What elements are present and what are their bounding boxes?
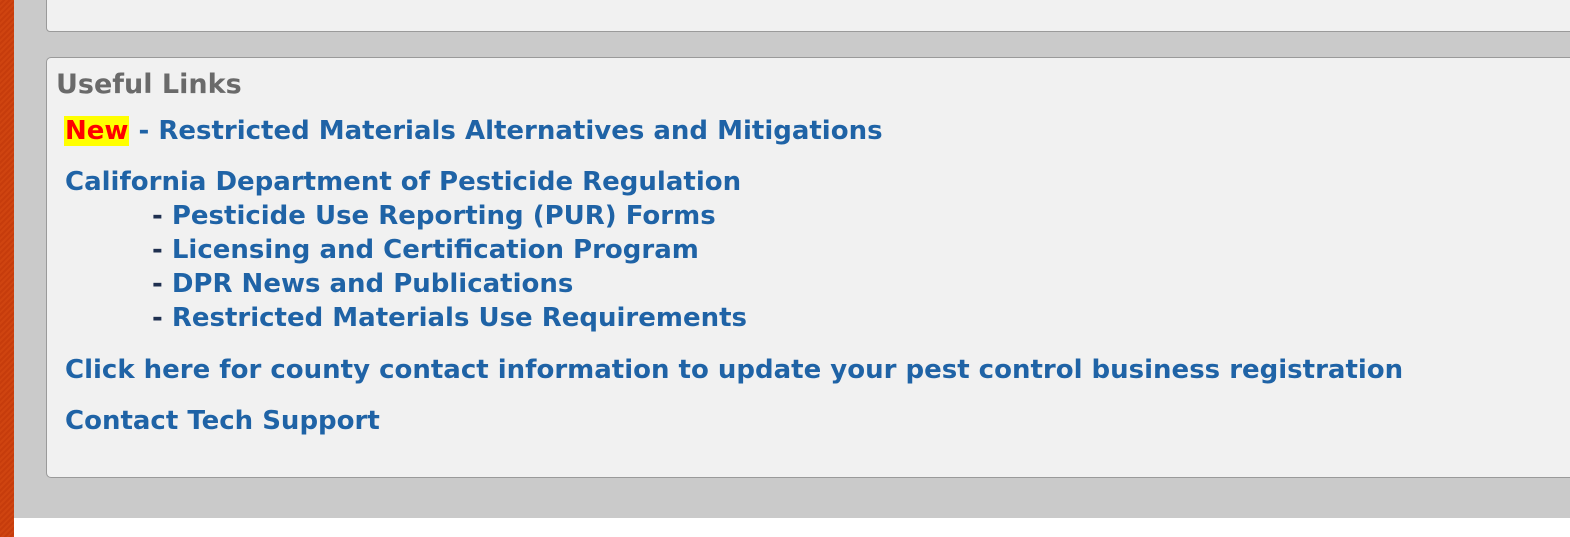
panel-title: Useful Links (56, 69, 242, 100)
restricted-materials-alternatives-link[interactable]: Restricted Materials Alternatives and Mi… (158, 116, 882, 146)
new-badge: New (64, 116, 130, 146)
separator: - (129, 116, 159, 146)
county-contact-link[interactable]: Click here for county contact informatio… (65, 355, 1403, 385)
dpr-news-link[interactable]: DPR News and Publications (172, 269, 574, 299)
sub-link-row: - DPR News and Publications (152, 268, 573, 300)
dash-glyph: - (152, 269, 172, 299)
dpr-row: California Department of Pesticide Regul… (65, 166, 741, 198)
licensing-certification-link[interactable]: Licensing and Certification Program (172, 235, 699, 265)
dash-glyph: - (152, 201, 172, 231)
useful-links-panel: Useful Links New - Restricted Materials … (46, 57, 1570, 478)
tech-support-row: Contact Tech Support (65, 405, 380, 437)
previous-panel (46, 0, 1570, 32)
content-area: Useful Links New - Restricted Materials … (14, 0, 1570, 537)
dpr-link[interactable]: California Department of Pesticide Regul… (65, 167, 741, 197)
dash-glyph: - (152, 303, 172, 333)
sub-link-row: - Restricted Materials Use Requirements (152, 302, 747, 334)
new-link-row: New - Restricted Materials Alternatives … (64, 115, 883, 147)
restricted-materials-requirements-link[interactable]: Restricted Materials Use Requirements (172, 303, 747, 333)
county-contact-row: Click here for county contact informatio… (65, 354, 1403, 386)
sub-link-row: - Pesticide Use Reporting (PUR) Forms (152, 200, 716, 232)
tech-support-link[interactable]: Contact Tech Support (65, 406, 380, 436)
sub-link-row: - Licensing and Certification Program (152, 234, 699, 266)
pur-forms-link[interactable]: Pesticide Use Reporting (PUR) Forms (172, 201, 716, 231)
page-footer-strip (14, 518, 1570, 537)
dash-glyph: - (152, 235, 172, 265)
